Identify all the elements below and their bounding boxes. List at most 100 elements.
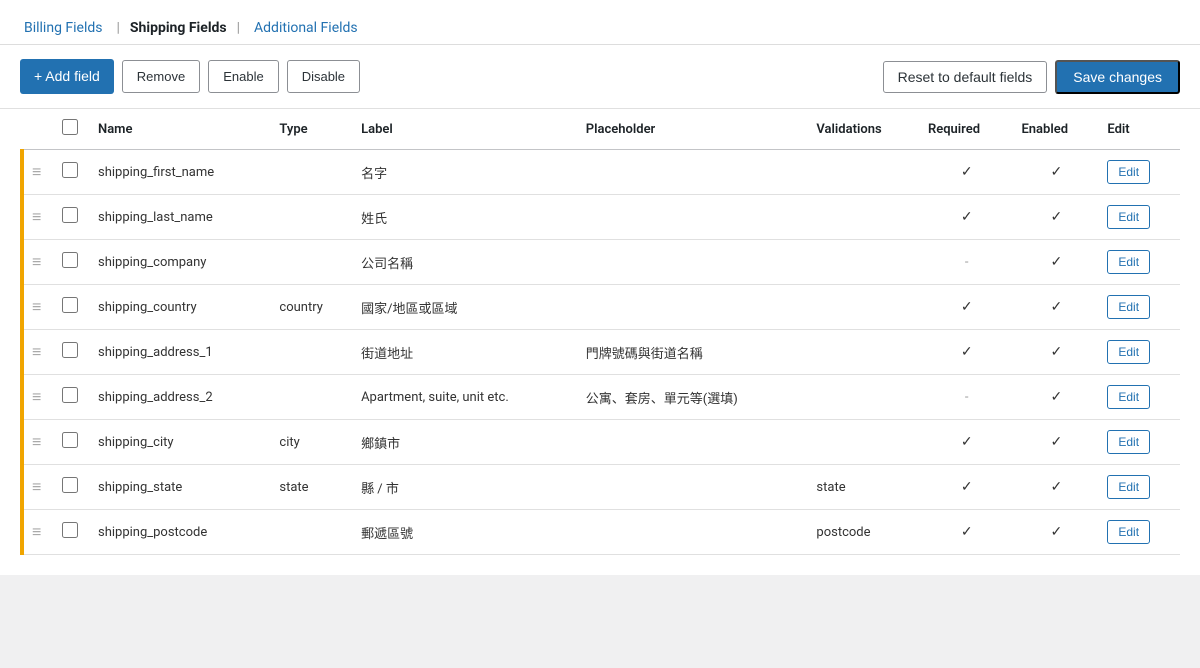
field-enabled: ✓: [1013, 195, 1099, 240]
field-type: [271, 510, 353, 555]
edit-button[interactable]: Edit: [1107, 430, 1150, 454]
field-type: [271, 240, 353, 285]
field-validations: [808, 285, 920, 330]
edit-button[interactable]: Edit: [1107, 205, 1150, 229]
field-enabled: ✓: [1013, 375, 1099, 420]
field-label: 鄉鎮市: [353, 420, 578, 465]
row-checkbox[interactable]: [62, 477, 78, 493]
tab-navigation: Billing Fields | Shipping Fields | Addit…: [0, 0, 1200, 45]
field-validations: [808, 420, 920, 465]
row-checkbox[interactable]: [62, 342, 78, 358]
field-enabled: ✓: [1013, 510, 1099, 555]
row-checkbox[interactable]: [62, 432, 78, 448]
field-validations: [808, 240, 920, 285]
field-required: ✓: [920, 510, 1014, 555]
table-row: ≡shipping_last_name姓氏✓✓Edit: [22, 195, 1180, 240]
field-placeholder: [578, 510, 809, 555]
field-label: 名字: [353, 150, 578, 195]
field-required: ✓: [920, 285, 1014, 330]
drag-handle-icon[interactable]: ≡: [32, 477, 41, 497]
separator-1: |: [117, 20, 120, 36]
field-enabled: ✓: [1013, 330, 1099, 375]
drag-handle-icon[interactable]: ≡: [32, 252, 41, 272]
separator-2: |: [237, 20, 240, 36]
field-name: shipping_state: [90, 465, 271, 510]
drag-handle-icon[interactable]: ≡: [32, 297, 41, 317]
field-validations: state: [808, 465, 920, 510]
table-row: ≡shipping_postcode郵遞區號postcode✓✓Edit: [22, 510, 1180, 555]
fields-table-wrapper: Name Type Label Placeholder Validations …: [0, 109, 1200, 575]
row-checkbox[interactable]: [62, 162, 78, 178]
field-name: shipping_first_name: [90, 150, 271, 195]
row-checkbox[interactable]: [62, 387, 78, 403]
col-validations-header: Validations: [808, 109, 920, 150]
field-validations: [808, 330, 920, 375]
field-name: shipping_country: [90, 285, 271, 330]
field-placeholder: 門牌號碼與街道名稱: [578, 330, 809, 375]
field-enabled: ✓: [1013, 240, 1099, 285]
edit-button[interactable]: Edit: [1107, 250, 1150, 274]
field-placeholder: [578, 150, 809, 195]
select-all-checkbox[interactable]: [62, 119, 78, 135]
table-row: ≡shipping_company公司名稱-✓Edit: [22, 240, 1180, 285]
field-placeholder: [578, 420, 809, 465]
save-button[interactable]: Save changes: [1055, 60, 1180, 94]
field-required: -: [920, 240, 1014, 285]
col-type-header: Type: [271, 109, 353, 150]
drag-handle-icon[interactable]: ≡: [32, 342, 41, 362]
table-row: ≡shipping_statestate縣 / 市state✓✓Edit: [22, 465, 1180, 510]
add-field-button[interactable]: + Add field: [20, 59, 114, 94]
edit-button[interactable]: Edit: [1107, 340, 1150, 364]
drag-handle-icon[interactable]: ≡: [32, 162, 41, 182]
toolbar: + Add field Remove Enable Disable Reset …: [0, 45, 1200, 109]
fields-table: Name Type Label Placeholder Validations …: [20, 109, 1180, 555]
edit-button[interactable]: Edit: [1107, 160, 1150, 184]
drag-handle-icon[interactable]: ≡: [32, 432, 41, 452]
row-checkbox[interactable]: [62, 252, 78, 268]
col-name-header: Name: [90, 109, 271, 150]
field-enabled: ✓: [1013, 285, 1099, 330]
col-enabled-header: Enabled: [1013, 109, 1099, 150]
enable-button[interactable]: Enable: [208, 60, 278, 94]
disable-button[interactable]: Disable: [287, 60, 360, 94]
field-label: Apartment, suite, unit etc.: [353, 375, 578, 420]
field-type: [271, 330, 353, 375]
field-name: shipping_company: [90, 240, 271, 285]
edit-button[interactable]: Edit: [1107, 385, 1150, 409]
field-validations: [808, 150, 920, 195]
remove-button[interactable]: Remove: [122, 60, 200, 94]
field-required: ✓: [920, 150, 1014, 195]
field-type: [271, 375, 353, 420]
row-checkbox[interactable]: [62, 297, 78, 313]
field-required: ✓: [920, 330, 1014, 375]
drag-handle-icon[interactable]: ≡: [32, 522, 41, 542]
edit-button[interactable]: Edit: [1107, 520, 1150, 544]
row-checkbox[interactable]: [62, 522, 78, 538]
edit-button[interactable]: Edit: [1107, 475, 1150, 499]
field-validations: [808, 375, 920, 420]
field-placeholder: [578, 465, 809, 510]
row-checkbox[interactable]: [62, 207, 78, 223]
field-name: shipping_address_2: [90, 375, 271, 420]
field-placeholder: [578, 285, 809, 330]
col-label-header: Label: [353, 109, 578, 150]
table-header-row: Name Type Label Placeholder Validations …: [22, 109, 1180, 150]
field-name: shipping_last_name: [90, 195, 271, 240]
edit-button[interactable]: Edit: [1107, 295, 1150, 319]
tab-shipping-fields[interactable]: Shipping Fields: [130, 20, 227, 36]
table-row: ≡shipping_first_name名字✓✓Edit: [22, 150, 1180, 195]
tab-billing-fields[interactable]: Billing Fields: [20, 12, 107, 44]
tab-additional-fields[interactable]: Additional Fields: [250, 12, 362, 44]
field-required: ✓: [920, 465, 1014, 510]
drag-handle-icon[interactable]: ≡: [32, 207, 41, 227]
drag-handle-icon[interactable]: ≡: [32, 387, 41, 407]
field-label: 姓氏: [353, 195, 578, 240]
field-type: country: [271, 285, 353, 330]
col-drag: [22, 109, 54, 150]
field-type: state: [271, 465, 353, 510]
table-row: ≡ shipping_address_2 Apartment, suite, uni…: [22, 375, 1180, 420]
reset-button[interactable]: Reset to default fields: [883, 61, 1048, 93]
field-name: shipping_postcode: [90, 510, 271, 555]
field-label: 國家/地區或區域: [353, 285, 578, 330]
field-validations: postcode: [808, 510, 920, 555]
